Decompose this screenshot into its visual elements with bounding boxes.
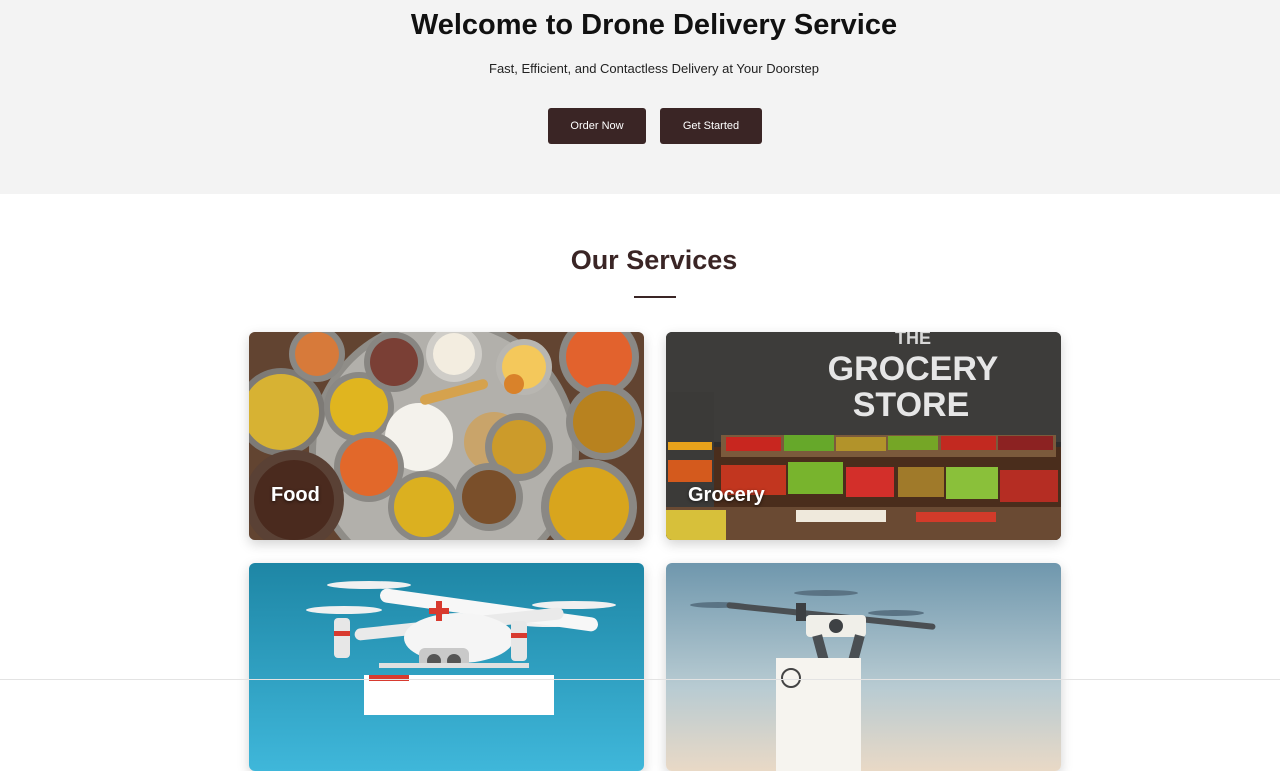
- indian-thali-image: [249, 332, 644, 540]
- store-sign-the: THE: [895, 332, 931, 348]
- title-underline: [634, 296, 676, 298]
- hero-title: Welcome to Drone Delivery Service: [410, 9, 898, 41]
- services-title: Our Services: [570, 245, 738, 275]
- hero-subtitle: Fast, Efficient, and Contactless Deliver…: [489, 61, 819, 76]
- order-now-button[interactable]: Order Now: [548, 108, 646, 144]
- service-card-food[interactable]: Food: [249, 332, 644, 540]
- service-card-grocery[interactable]: THE GROCERY STORE Grocery: [666, 332, 1061, 540]
- store-sign-grocery: GROCERY: [828, 350, 999, 388]
- package-drone-image: [666, 563, 1061, 771]
- card-label-grocery: Grocery: [688, 484, 765, 506]
- service-card-package[interactable]: [666, 563, 1061, 771]
- viewport-bottom-divider: [0, 679, 1280, 680]
- medical-drone-image: [249, 563, 644, 771]
- card-label-food: Food: [271, 484, 320, 506]
- service-card-medical[interactable]: [249, 563, 644, 771]
- store-sign-store: STORE: [853, 386, 970, 424]
- grocery-store-image: THE GROCERY STORE: [666, 332, 1061, 540]
- hero-section: Welcome to Drone Delivery Service Fast, …: [0, 0, 1280, 194]
- get-started-button[interactable]: Get Started: [660, 108, 762, 144]
